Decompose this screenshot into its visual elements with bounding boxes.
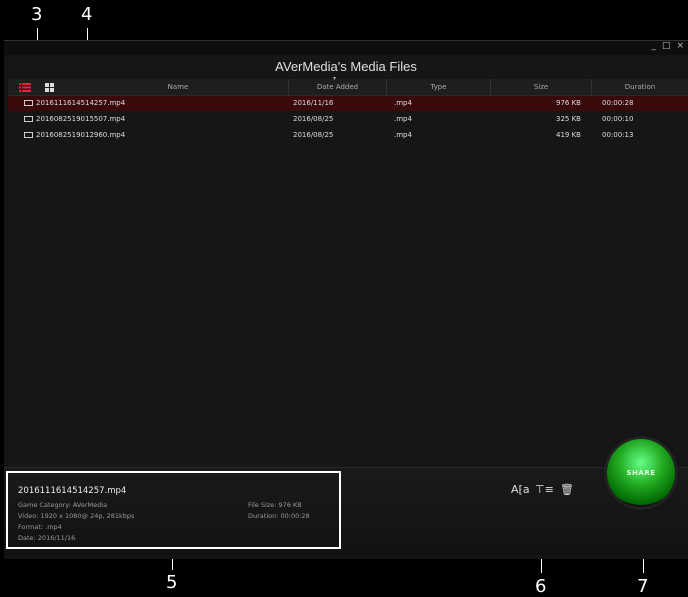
info-file-name: 20161116145142​57.mp4: [18, 486, 127, 496]
info-date: Date: 2016/11/16: [18, 534, 76, 542]
info-game-category: Game Category: AVerMedia: [18, 501, 108, 509]
media-files-window: _ □ × AVerMedia's Media Files Name ▾ Dat…: [4, 40, 688, 559]
window-controls: _ □ ×: [651, 41, 684, 51]
file-duration: 00:00:28: [602, 99, 634, 107]
close-button[interactable]: ×: [676, 41, 684, 51]
file-type: .mp4: [394, 131, 412, 139]
share-button[interactable]: SHARE: [607, 439, 675, 507]
file-name: 20160825190155​07.mp4: [36, 115, 126, 123]
rename-icon[interactable]: A⁅a: [511, 483, 530, 496]
maximize-button[interactable]: □: [662, 41, 671, 51]
file-date: 2016/11/16: [293, 99, 334, 107]
info-video: Video: 1920 x 1080@ 24p, 281kbps: [18, 512, 135, 520]
details-panel: 20161116145142​57.mp4 Game Category: AVe…: [4, 467, 688, 559]
callout-4: 4: [81, 4, 93, 25]
info-duration: Duration: 00:00:28: [248, 512, 310, 520]
file-info-box: 20161116145142​57.mp4 Game Category: AVe…: [6, 471, 341, 549]
callout-5: 5: [166, 572, 178, 593]
title-bar: _ □ ×: [4, 41, 688, 55]
list-view-icon: [19, 82, 31, 92]
column-header-size[interactable]: Size: [491, 79, 592, 95]
table-row[interactable]: 20160825190129​60.mp4 2016/08/25 .mp4 41…: [8, 128, 688, 143]
table-header: Name ▾ Date Added Type Size Duration: [8, 75, 688, 96]
info-file-size: File Size: 976 KB: [248, 501, 302, 509]
column-header-type[interactable]: Type: [387, 79, 491, 95]
info-format: Format: .mp4: [18, 523, 62, 531]
file-duration: 00:00:10: [602, 115, 634, 123]
file-size: 325 KB: [556, 115, 581, 123]
column-header-duration[interactable]: Duration: [592, 79, 688, 95]
grid-view-button[interactable]: [42, 81, 56, 93]
callout-7: 7: [637, 576, 649, 597]
file-type: .mp4: [394, 115, 412, 123]
window-title: AVerMedia's Media Files: [275, 59, 417, 74]
file-size: 419 KB: [556, 131, 581, 139]
file-date: 2016/08/25: [293, 115, 334, 123]
file-name: 20161116145142​57.mp4: [36, 99, 126, 107]
column-header-date[interactable]: Date Added: [289, 79, 387, 95]
file-date: 2016/08/25: [293, 131, 334, 139]
file-size: 976 KB: [556, 99, 581, 107]
table-row[interactable]: 20160825190155​07.mp4 2016/08/25 .mp4 32…: [8, 112, 688, 127]
column-header-name[interactable]: Name: [68, 79, 289, 95]
minimize-button[interactable]: _: [651, 41, 656, 51]
delete-icon[interactable]: 🗑: [560, 483, 574, 496]
callout-6: 6: [535, 576, 547, 597]
video-file-icon: [24, 116, 33, 122]
edit-icon[interactable]: ⊤≡: [535, 483, 554, 496]
video-file-icon: [24, 100, 33, 106]
grid-view-icon: [44, 82, 54, 92]
callout-3: 3: [31, 4, 43, 25]
file-type: .mp4: [394, 99, 412, 107]
file-name: 20160825190129​60.mp4: [36, 131, 126, 139]
table-row[interactable]: 20161116145142​57.mp4 2016/11/16 .mp4 97…: [8, 96, 688, 111]
video-file-icon: [24, 132, 33, 138]
file-duration: 00:00:13: [602, 131, 634, 139]
list-view-button[interactable]: [18, 81, 32, 93]
